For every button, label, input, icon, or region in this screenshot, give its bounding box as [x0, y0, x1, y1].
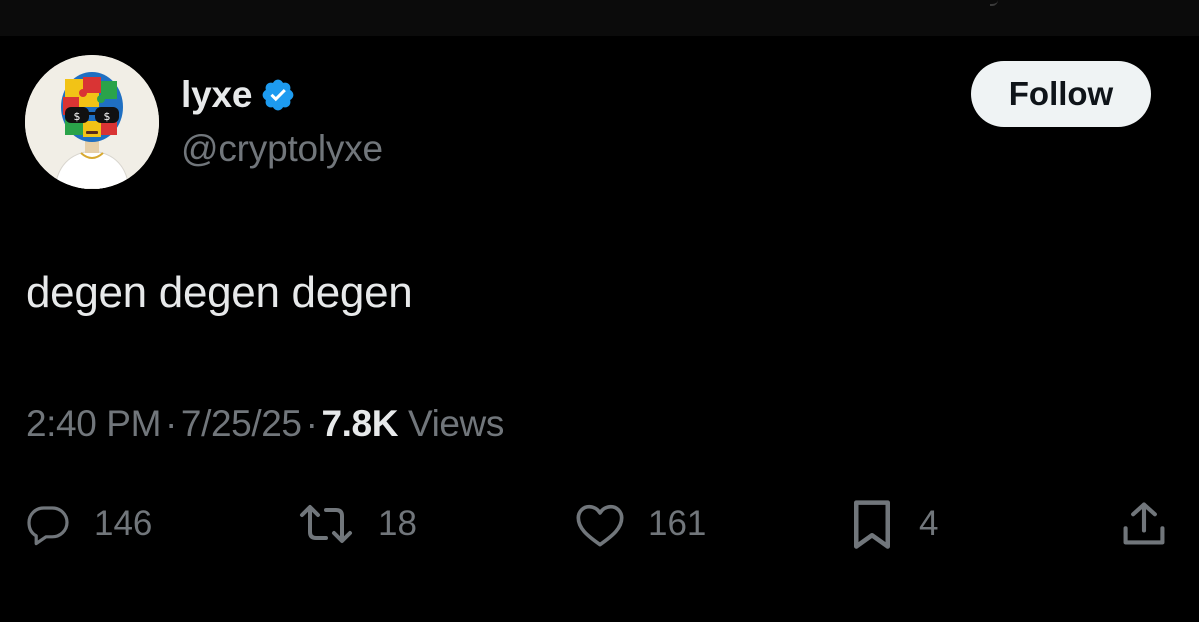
action-bar: 146 18 161 4: [0, 494, 1199, 554]
meta-separator: ·: [305, 403, 318, 444]
repost-count: 18: [378, 504, 417, 543]
tweet-date[interactable]: 7/25/25: [181, 403, 302, 444]
svg-text:$: $: [74, 110, 81, 123]
reply-icon: [27, 506, 69, 546]
like-count: 161: [648, 504, 707, 543]
meta-separator: ·: [165, 403, 177, 444]
views-label[interactable]: Views: [408, 403, 504, 444]
svg-text:$: $: [104, 110, 111, 123]
share-icon: [1123, 502, 1165, 545]
author-handle[interactable]: @cryptolyxe: [181, 128, 383, 170]
author-display-name[interactable]: lyxe: [181, 74, 252, 116]
tweet-time[interactable]: 2:40 PM: [26, 403, 161, 444]
like-button[interactable]: 161: [574, 494, 706, 554]
views-count[interactable]: 7.8K: [322, 403, 399, 444]
repost-icon: [300, 505, 352, 543]
follow-button[interactable]: Follow: [971, 61, 1151, 127]
avatar[interactable]: $ $: [25, 55, 159, 189]
top-bar-edge-mark: [990, 0, 998, 6]
avatar-image: $ $: [25, 55, 159, 189]
bookmark-icon: [854, 500, 890, 549]
tweet-text: degen degen degen: [26, 268, 413, 317]
heart-icon: [576, 504, 624, 547]
reply-button[interactable]: 146: [24, 494, 152, 554]
bookmark-count: 4: [919, 504, 939, 543]
bookmark-button[interactable]: 4: [847, 494, 938, 554]
repost-button[interactable]: 18: [296, 494, 417, 554]
share-button[interactable]: [1118, 494, 1170, 554]
author-name-row: lyxe: [181, 72, 296, 118]
reply-count: 146: [94, 504, 153, 543]
verified-badge-icon: [262, 79, 294, 111]
top-bar: [0, 0, 1199, 36]
tweet-meta: 2:40 PM · 7/25/25 · 7.8K Views: [26, 403, 504, 445]
